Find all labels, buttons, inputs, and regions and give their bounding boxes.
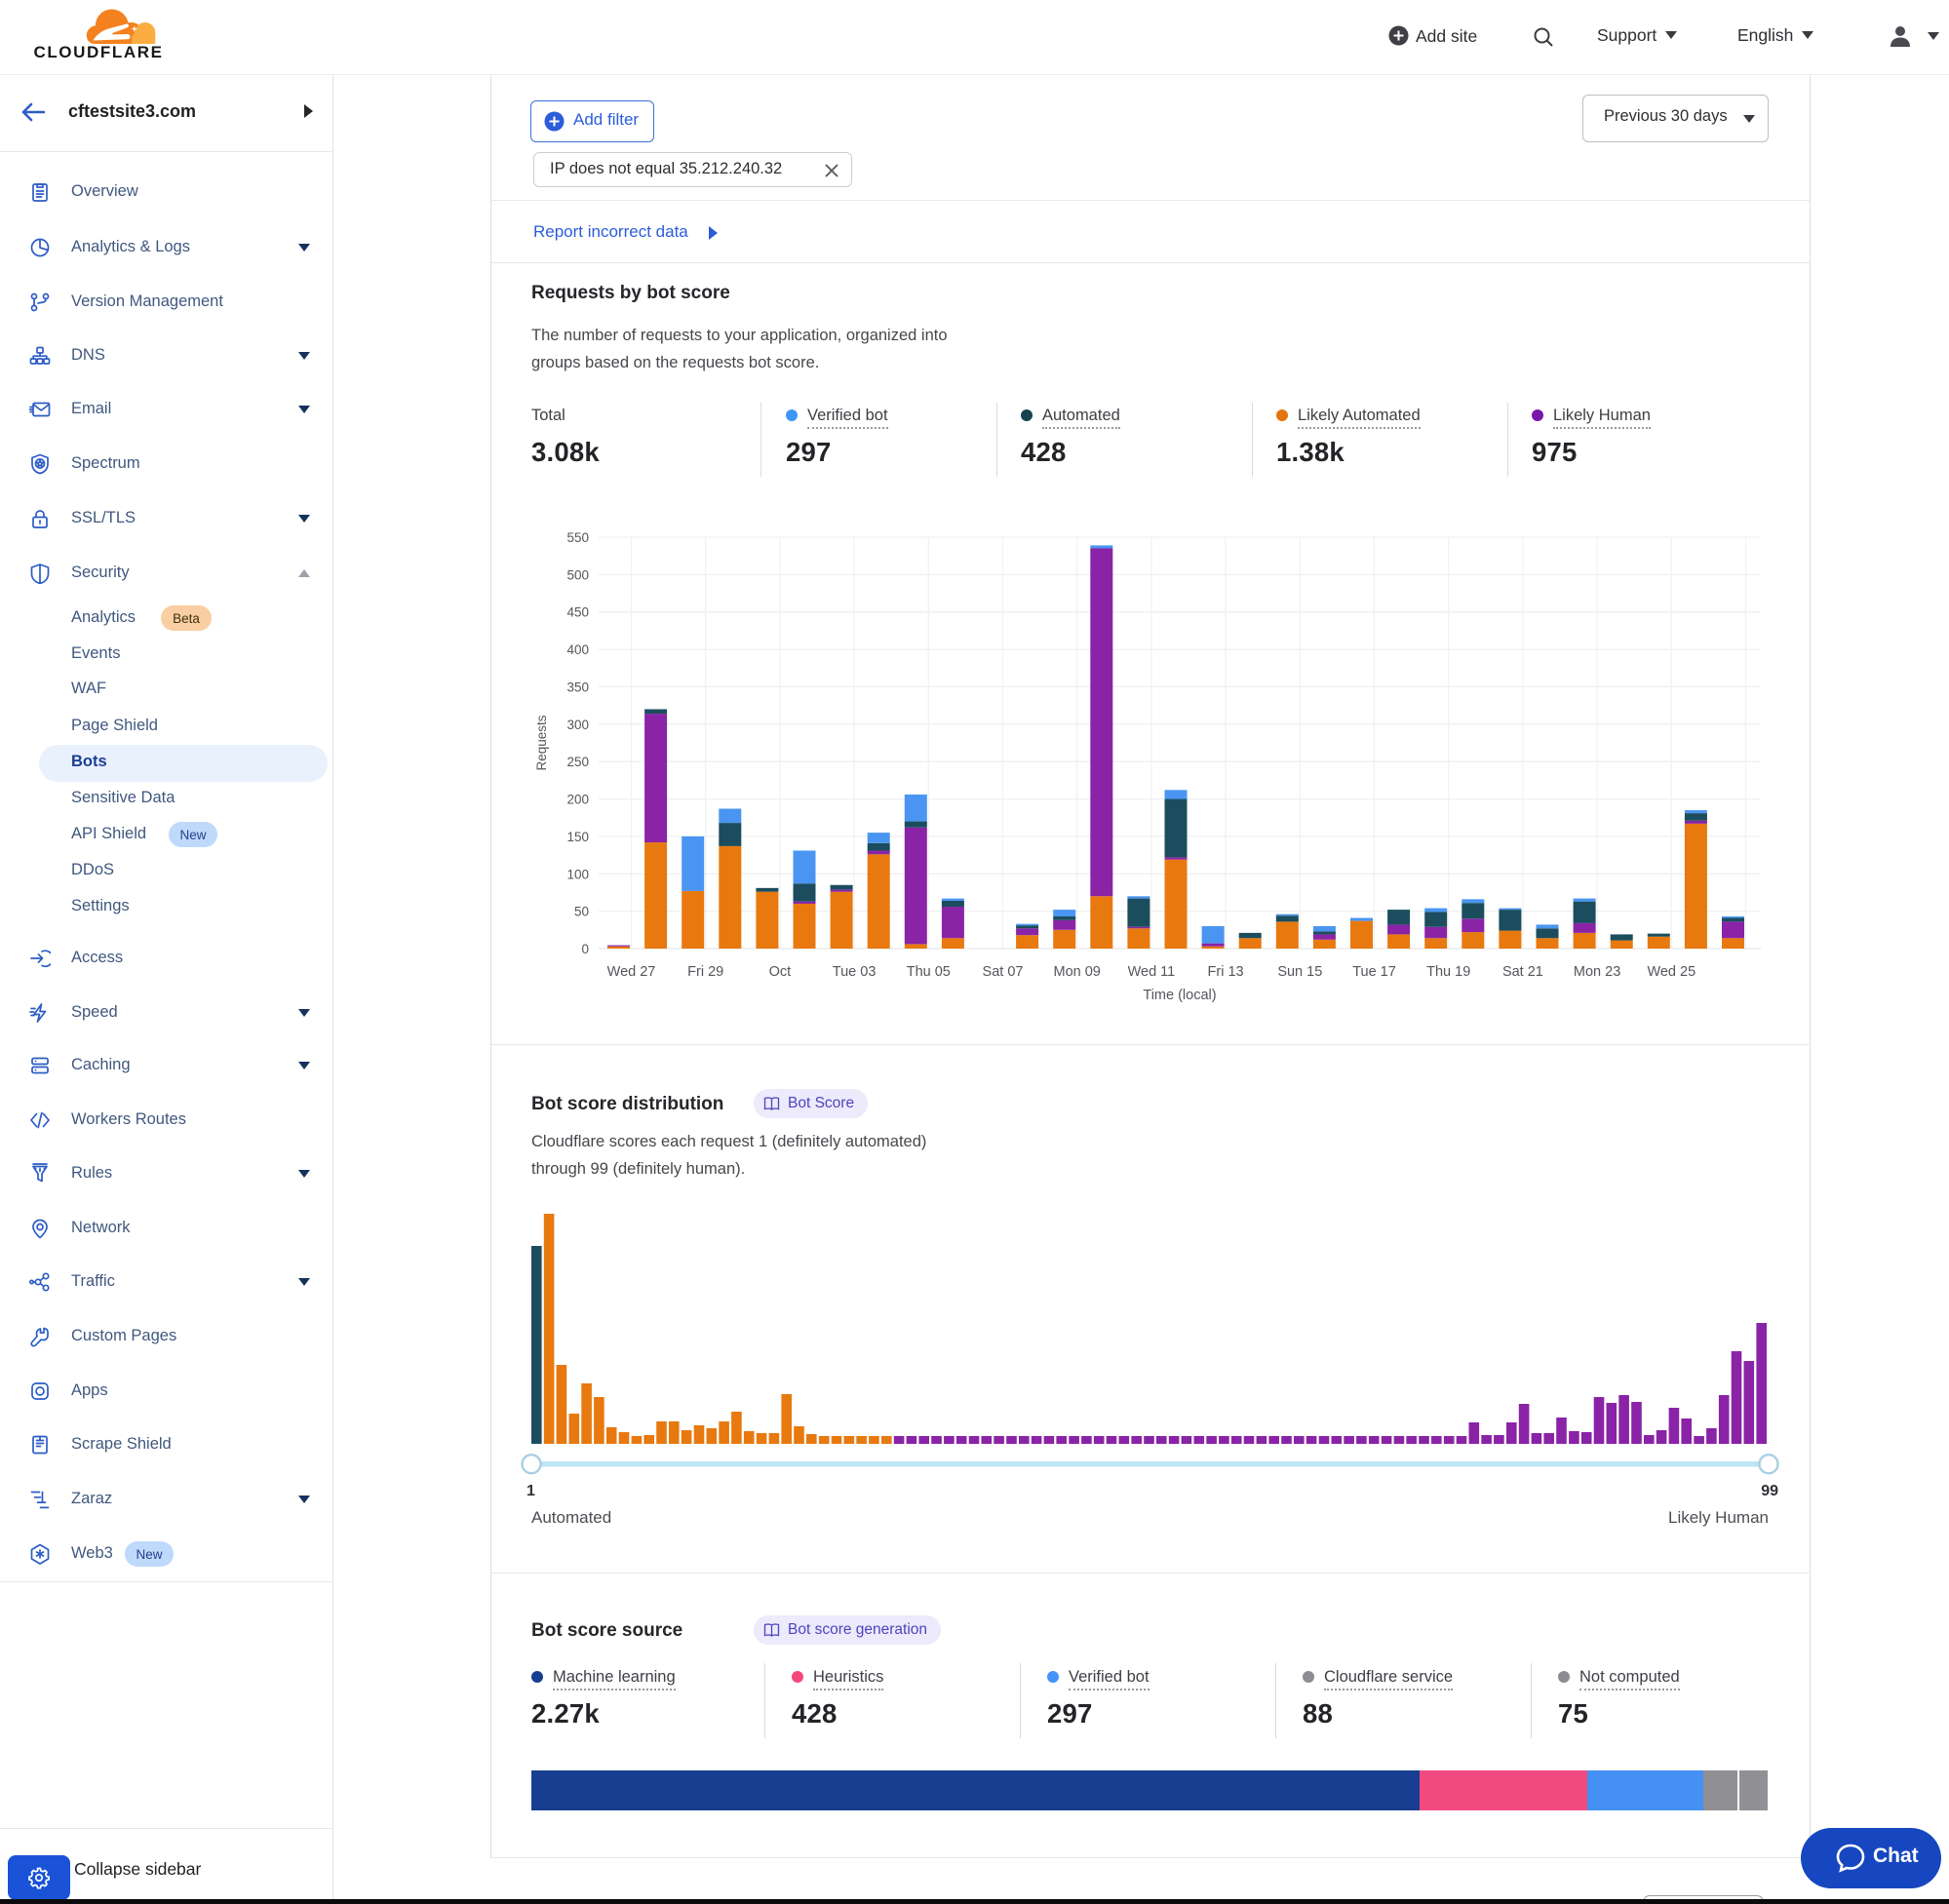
svg-text:Wed 27: Wed 27	[607, 964, 656, 980]
svg-text:Tue 17: Tue 17	[1352, 964, 1396, 980]
svg-text:Requests: Requests	[534, 715, 549, 770]
svg-text:Wed 11: Wed 11	[1128, 964, 1176, 980]
svg-text:Wed 25: Wed 25	[1647, 964, 1696, 980]
svg-text:100: 100	[566, 867, 589, 881]
svg-text:550: 550	[566, 530, 589, 545]
svg-text:Sat 21: Sat 21	[1502, 964, 1543, 980]
svg-text:Sun 15: Sun 15	[1277, 964, 1322, 980]
svg-text:Thu 05: Thu 05	[907, 964, 951, 980]
svg-text:50: 50	[574, 905, 589, 919]
svg-text:Time (local): Time (local)	[1143, 988, 1216, 1003]
svg-text:250: 250	[566, 755, 589, 769]
svg-text:150: 150	[566, 830, 589, 844]
svg-text:Fri 29: Fri 29	[687, 964, 723, 980]
svg-text:Oct: Oct	[769, 964, 792, 980]
svg-text:Fri 13: Fri 13	[1208, 964, 1244, 980]
svg-text:400: 400	[566, 642, 589, 657]
svg-text:200: 200	[566, 793, 589, 807]
svg-text:Sat 07: Sat 07	[983, 964, 1024, 980]
svg-text:450: 450	[566, 605, 589, 620]
svg-text:Tue 03: Tue 03	[833, 964, 877, 980]
svg-text:0: 0	[581, 942, 589, 956]
svg-text:300: 300	[566, 718, 589, 732]
svg-text:350: 350	[566, 680, 589, 694]
svg-text:500: 500	[566, 567, 589, 582]
svg-text:Mon 09: Mon 09	[1054, 964, 1101, 980]
svg-text:Mon 23: Mon 23	[1574, 964, 1620, 980]
svg-text:Thu 19: Thu 19	[1426, 964, 1470, 980]
